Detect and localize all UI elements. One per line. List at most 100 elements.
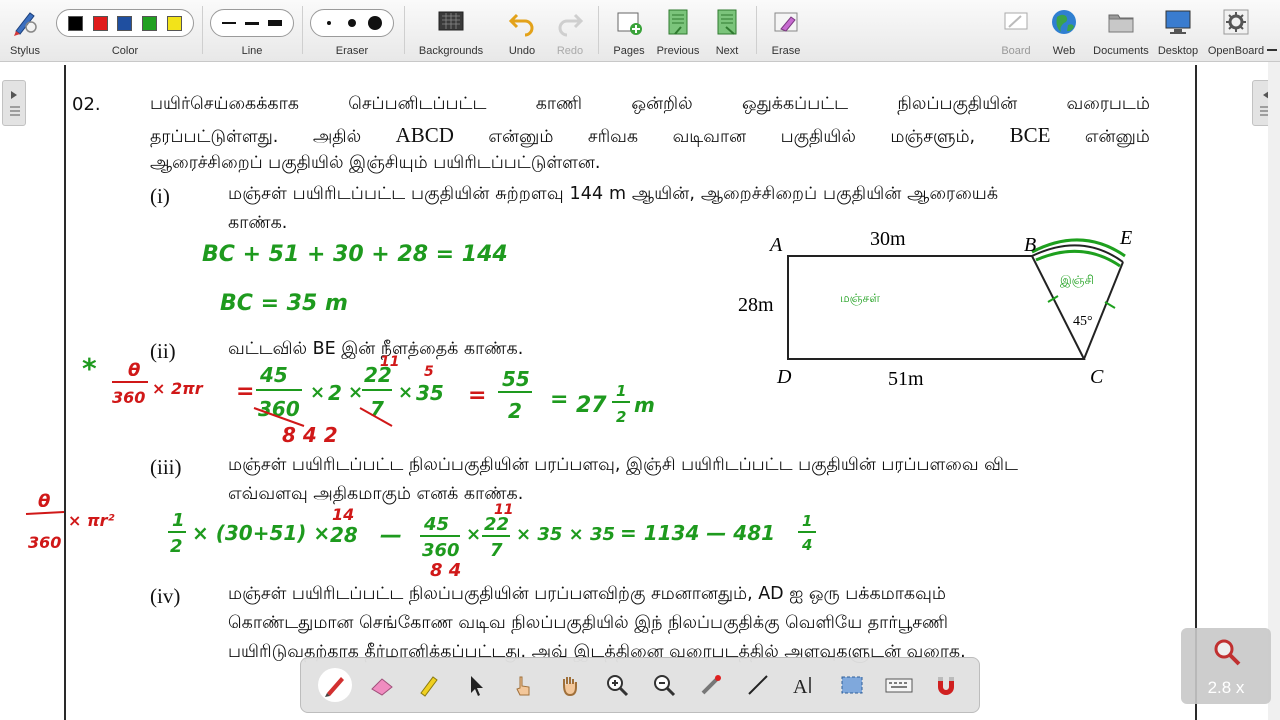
documents-label: Documents: [1093, 45, 1149, 57]
backgrounds-button[interactable]: Backgrounds: [410, 3, 492, 59]
documents-button[interactable]: Documents: [1090, 3, 1152, 59]
board-button[interactable]: Board: [994, 3, 1038, 59]
vertical-scrollbar[interactable]: [1268, 62, 1280, 720]
eraser-medium[interactable]: [341, 19, 363, 27]
magnet-tool-button[interactable]: [929, 668, 963, 702]
hw-ii-2pir: × 2πr: [152, 379, 204, 398]
board-label: Board: [1001, 45, 1031, 57]
pen-icon: [324, 677, 344, 697]
label-angle: 45°: [1073, 314, 1093, 329]
web-button[interactable]: Web: [1042, 3, 1086, 59]
highlighter-tool-button[interactable]: [412, 668, 446, 702]
word: என்னும்: [488, 127, 554, 147]
vertex-e: E: [1119, 227, 1132, 249]
hw-iii-2: 2: [170, 536, 183, 557]
stylus-button[interactable]: Stylus: [4, 3, 46, 59]
hw-ii-45: 45: [259, 363, 288, 387]
bottom-tools-bar: A: [300, 657, 980, 713]
next-button[interactable]: Next: [704, 3, 750, 59]
zoom-indicator[interactable]: 2.8 x: [1181, 628, 1271, 704]
color-green[interactable]: [142, 15, 158, 31]
line-medium[interactable]: [241, 21, 263, 25]
intro-line-2: தரப்பட்டுள்ளது. அதில் ABCD என்னும் சரிவக…: [150, 123, 1150, 149]
line-label: Line: [241, 45, 263, 57]
zoom-out-icon: [653, 675, 675, 697]
hw-ii-eq3: =: [550, 387, 568, 412]
magnifier-icon: [1214, 639, 1241, 666]
hand-tool-button[interactable]: [553, 668, 587, 702]
folder-icon: [1108, 14, 1134, 33]
interact-tool-button[interactable]: [506, 668, 540, 702]
text-icon: A: [793, 676, 811, 698]
color-blue[interactable]: [117, 15, 133, 31]
keyboard-button[interactable]: [882, 668, 916, 702]
hand-icon: [562, 677, 577, 697]
color-picker: [56, 9, 194, 37]
handwritten-annotations: BC + 51 + 30 + 28 = 144 BC = 35 m * θ 36…: [25, 242, 816, 581]
magnet-icon: [937, 677, 954, 695]
hw-ii-35: 35: [416, 381, 444, 405]
pen-tool-button[interactable]: [317, 668, 352, 702]
undo-icon: [508, 13, 534, 37]
hw-ii-55: 55: [502, 367, 530, 391]
vertex-b: B: [1024, 234, 1036, 256]
hw-star: *: [82, 352, 97, 385]
hw-ii-2c: 2: [616, 408, 626, 426]
next-page-icon: [717, 9, 737, 35]
line-thick[interactable]: [264, 20, 286, 26]
word: வடிவான: [672, 127, 747, 147]
hw-iii-minus: —: [380, 523, 402, 548]
word: பயிர்செய்கைக்காக: [150, 94, 299, 114]
previous-button[interactable]: Previous: [654, 3, 702, 59]
color-red[interactable]: [92, 15, 108, 31]
selector-tool-button[interactable]: [459, 668, 493, 702]
word: ABCD: [395, 123, 454, 147]
hw-ii-2b: 2: [508, 399, 522, 423]
backgrounds-icon: [438, 11, 464, 31]
word: செப்பனிடப்பட்ட: [348, 94, 487, 114]
zoom-in-button[interactable]: [600, 668, 634, 702]
eraser-size-picker: [310, 9, 394, 37]
erase-button[interactable]: Erase: [762, 3, 810, 59]
svg-text:A: A: [793, 676, 808, 698]
eraser-icon: [370, 678, 393, 696]
line-tool-button[interactable]: [741, 668, 775, 702]
zoom-out-button[interactable]: [647, 668, 681, 702]
laser-pointer-button[interactable]: [694, 668, 728, 702]
hw-ii-1: 1: [616, 382, 626, 400]
screen-capture-icon: [841, 676, 862, 694]
hw-ii-x1: ×: [310, 382, 325, 403]
redo-button[interactable]: Redo: [548, 3, 592, 59]
text-tool-button[interactable]: A: [788, 668, 822, 702]
eraser-small[interactable]: [318, 21, 340, 25]
pages-label: Pages: [613, 45, 645, 57]
minimize-icon[interactable]: [1266, 44, 1278, 56]
board-icon: [1004, 12, 1028, 30]
pages-button[interactable]: Pages: [604, 3, 654, 59]
capture-tool-button[interactable]: [835, 668, 869, 702]
word: வரைபடம்: [1066, 94, 1150, 114]
eraser-tool-button[interactable]: [365, 668, 399, 702]
left-panel-toggle[interactable]: [2, 80, 26, 126]
undo-button[interactable]: Undo: [500, 3, 544, 59]
next-label: Next: [715, 45, 739, 57]
previous-page-icon: [668, 9, 688, 35]
redo-icon: [558, 13, 584, 37]
line-thin[interactable]: [218, 22, 240, 24]
color-yellow[interactable]: [167, 15, 183, 31]
hw-ii-11: 11: [380, 354, 399, 370]
arrow-cursor-icon: [470, 676, 483, 696]
word: என்னும்: [1084, 127, 1150, 147]
part-i-label: (i): [150, 184, 170, 208]
openboard-button[interactable]: OpenBoard: [1204, 3, 1268, 59]
desktop-button[interactable]: Desktop: [1154, 3, 1202, 59]
color-black[interactable]: [67, 15, 83, 31]
arrow-right-icon: [10, 91, 20, 116]
eraser-label: Eraser: [335, 45, 369, 57]
top-toolbar: Stylus Color Line Eraser Backgrounds Und…: [0, 0, 1280, 62]
hw-ii-x3: ×: [398, 382, 413, 403]
desktop-label: Desktop: [1157, 45, 1199, 57]
eraser-large[interactable]: [364, 16, 386, 30]
hw-ii-360: 360: [112, 388, 145, 407]
hw-ii-842: 8 4 2: [282, 423, 338, 447]
